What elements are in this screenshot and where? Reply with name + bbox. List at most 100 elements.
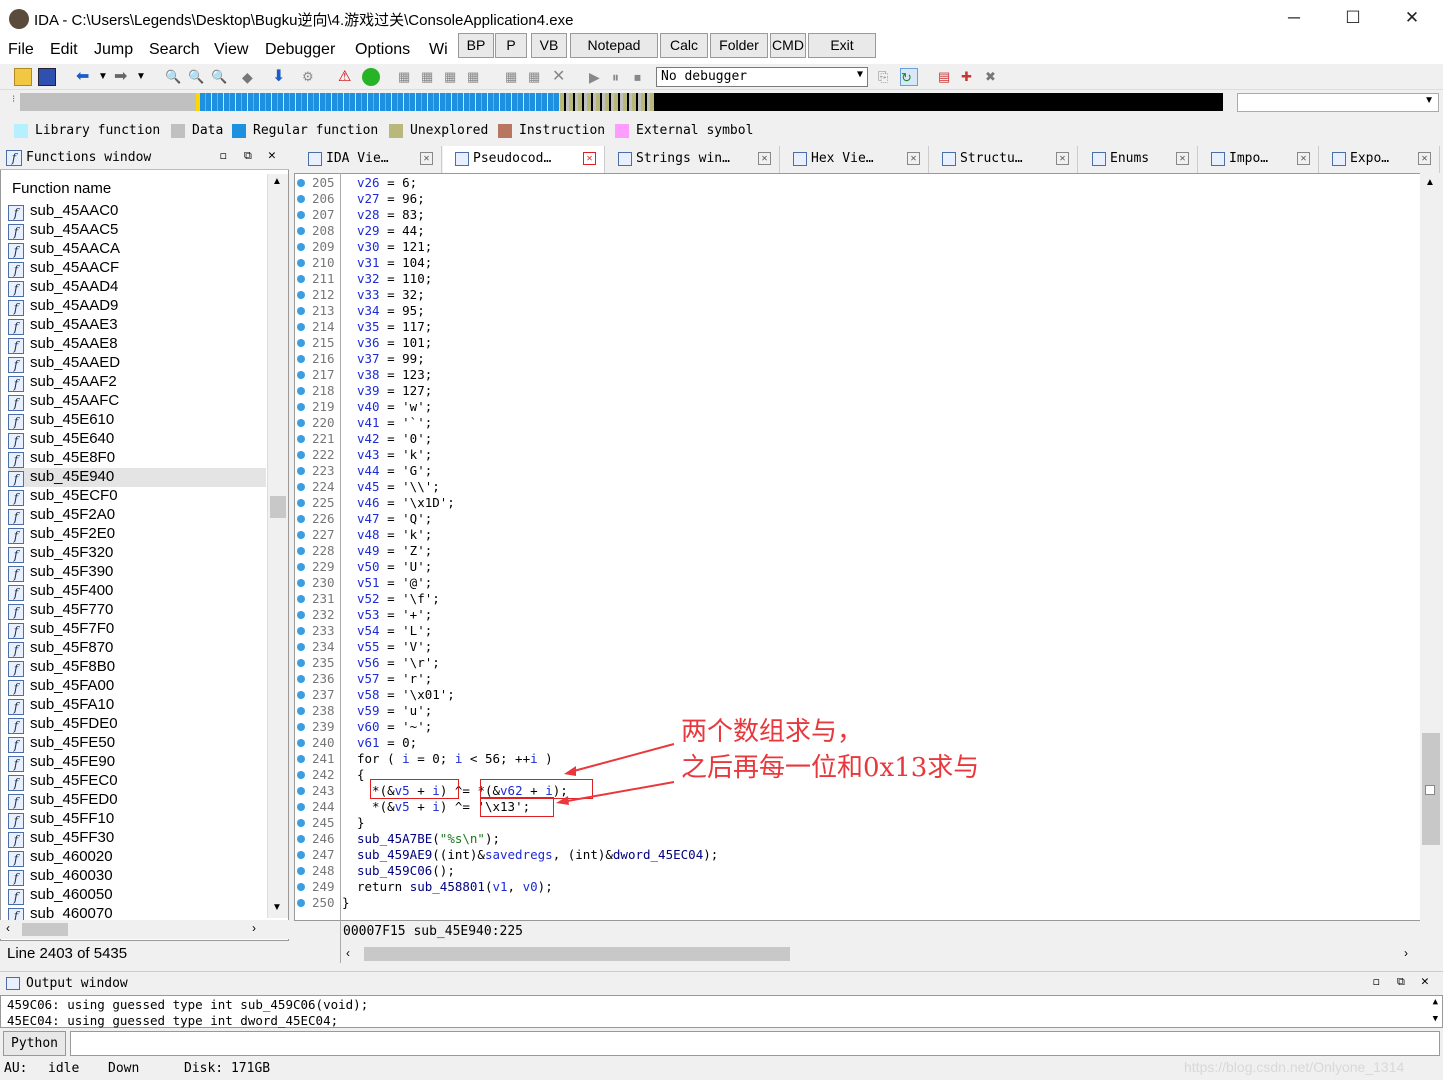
- breakpoint-dot-icon[interactable]: [297, 787, 305, 795]
- menu-jump[interactable]: Jump: [94, 41, 133, 59]
- graph5-icon[interactable]: ▦: [505, 68, 523, 86]
- chevron-right-icon[interactable]: ›: [252, 921, 256, 935]
- breakpoint-dot-icon[interactable]: [297, 595, 305, 603]
- tab-close-icon[interactable]: ✕: [907, 152, 920, 165]
- code-line[interactable]: v51 = '@';: [357, 575, 432, 591]
- python-button[interactable]: Python: [3, 1031, 66, 1056]
- output-log[interactable]: 459C06: using guessed type int sub_459C0…: [0, 995, 1443, 1028]
- function-list-item[interactable]: f sub_45F320: [8, 544, 266, 563]
- patch-icon[interactable]: ⚙: [302, 68, 320, 86]
- code-line[interactable]: v44 = 'G';: [357, 463, 432, 479]
- code-line[interactable]: v52 = '\f';: [357, 591, 440, 607]
- function-list-item[interactable]: f sub_45FF30: [8, 829, 266, 848]
- code-line[interactable]: v29 = 44;: [357, 223, 425, 239]
- code-line[interactable]: v38 = 123;: [357, 367, 432, 383]
- breakpoint-dot-icon[interactable]: [297, 419, 305, 427]
- code-line[interactable]: return sub_458801(v1, v0);: [357, 879, 553, 895]
- function-list-item[interactable]: f sub_45E640: [8, 430, 266, 449]
- tab-close-icon[interactable]: ✕: [1418, 152, 1431, 165]
- menu-windows[interactable]: Wi: [429, 41, 448, 59]
- tab-strings[interactable]: Strings win… ✕: [606, 146, 780, 173]
- attach-icon[interactable]: ⎘: [878, 68, 896, 86]
- debugger-select[interactable]: No debugger ▼: [656, 67, 868, 87]
- code-line[interactable]: v46 = '\x1D';: [357, 495, 455, 511]
- menu-debugger[interactable]: Debugger: [265, 41, 335, 59]
- float-icon[interactable]: ⧉: [244, 149, 252, 163]
- code-line[interactable]: sub_459AE9((int)&savedregs, (int)&dword_…: [357, 847, 718, 863]
- search-immediate-icon[interactable]: 🔍: [211, 68, 229, 86]
- breakpoint-dot-icon[interactable]: [297, 851, 305, 859]
- breakpoint-dot-icon[interactable]: [297, 435, 305, 443]
- graph-icon[interactable]: ▦: [398, 68, 416, 86]
- code-line[interactable]: v47 = 'Q';: [357, 511, 432, 527]
- chevron-down-icon[interactable]: ▼: [1433, 1014, 1438, 1024]
- function-list-item[interactable]: f sub_45F8B0: [8, 658, 266, 677]
- function-list-item[interactable]: f sub_45AACF: [8, 259, 266, 278]
- open-folder-icon[interactable]: [14, 68, 32, 86]
- tab-close-icon[interactable]: ✕: [1297, 152, 1310, 165]
- code-line[interactable]: v34 = 95;: [357, 303, 425, 319]
- function-list-item[interactable]: f sub_45F400: [8, 582, 266, 601]
- close-x-icon[interactable]: ✕: [552, 68, 570, 86]
- breakpoint-dot-icon[interactable]: [297, 643, 305, 651]
- breakpoint-dot-icon[interactable]: [297, 323, 305, 331]
- cmd-button[interactable]: CMD: [770, 33, 806, 58]
- code-line[interactable]: v48 = 'k';: [357, 527, 432, 543]
- pause-icon[interactable]: ⏸: [612, 68, 630, 86]
- menu-file[interactable]: File: [8, 41, 34, 59]
- function-list-item[interactable]: f sub_45AAFC: [8, 392, 266, 411]
- breakpoint-dot-icon[interactable]: [297, 819, 305, 827]
- maximize-button[interactable]: ☐: [1324, 0, 1382, 38]
- chevron-left-icon[interactable]: ‹: [6, 921, 10, 935]
- code-line[interactable]: v43 = 'k';: [357, 447, 432, 463]
- breakpoint-dot-icon[interactable]: [297, 179, 305, 187]
- breakpoint-dot-icon[interactable]: [297, 499, 305, 507]
- code-line[interactable]: {: [357, 767, 365, 783]
- tab-close-icon[interactable]: ✕: [1056, 152, 1069, 165]
- code-line[interactable]: v53 = '+';: [357, 607, 432, 623]
- scroll-thumb[interactable]: [270, 496, 286, 518]
- breakpoint-dot-icon[interactable]: [297, 515, 305, 523]
- function-list-item[interactable]: f sub_45E940: [8, 468, 266, 487]
- breakpoint-dot-icon[interactable]: [297, 771, 305, 779]
- breakpoint-dot-icon[interactable]: [297, 739, 305, 747]
- breakpoint-dot-icon[interactable]: [297, 211, 305, 219]
- code-line[interactable]: sub_459C06();: [357, 863, 455, 879]
- function-list-item[interactable]: f sub_45F770: [8, 601, 266, 620]
- code-line[interactable]: v45 = '\\';: [357, 479, 440, 495]
- function-list-item[interactable]: f sub_45FA00: [8, 677, 266, 696]
- close-icon[interactable]: ✕: [268, 148, 276, 163]
- code-line[interactable]: v28 = 83;: [357, 207, 425, 223]
- function-list-item[interactable]: f sub_45F2E0: [8, 525, 266, 544]
- function-list-item[interactable]: f sub_460050: [8, 886, 266, 905]
- breakpoint-dot-icon[interactable]: [297, 611, 305, 619]
- function-list-item[interactable]: f sub_45AAE8: [8, 335, 266, 354]
- function-name-column-header[interactable]: Function name: [12, 180, 111, 197]
- breakpoint-dot-icon[interactable]: [297, 707, 305, 715]
- save-icon[interactable]: [38, 68, 56, 86]
- function-list-item[interactable]: f sub_45E610: [8, 411, 266, 430]
- function-list-item[interactable]: f sub_45AAC5: [8, 221, 266, 240]
- function-list-item[interactable]: f sub_45AAD4: [8, 278, 266, 297]
- graph3-icon[interactable]: ▦: [444, 68, 462, 86]
- breakpoint-dot-icon[interactable]: [297, 867, 305, 875]
- breakpoint-dot-icon[interactable]: [297, 339, 305, 347]
- chevron-up-icon[interactable]: ▲: [1425, 177, 1435, 188]
- breakpoint-dot-icon[interactable]: [297, 899, 305, 907]
- breakpoint-dot-icon[interactable]: [297, 291, 305, 299]
- chevron-up-icon[interactable]: ▲: [272, 176, 282, 187]
- function-list-item[interactable]: f sub_45FF10: [8, 810, 266, 829]
- bp-button[interactable]: BP: [458, 33, 494, 58]
- code-line[interactable]: v58 = '\x01';: [357, 687, 455, 703]
- vb-button[interactable]: VB: [531, 33, 567, 58]
- function-list-item[interactable]: f sub_45AAF2: [8, 373, 266, 392]
- function-list-item[interactable]: f sub_45E8F0: [8, 449, 266, 468]
- breakpoint-dot-icon[interactable]: [297, 371, 305, 379]
- code-line[interactable]: v33 = 32;: [357, 287, 425, 303]
- breakpoint-dot-icon[interactable]: [297, 243, 305, 251]
- breakpoint-dot-icon[interactable]: [297, 723, 305, 731]
- functions-vertical-scrollbar[interactable]: ▲ ▼: [267, 174, 288, 918]
- breakpoint-dot-icon[interactable]: [297, 579, 305, 587]
- tab-hex[interactable]: Hex Vie… ✕: [781, 146, 929, 173]
- functions-horizontal-scrollbar[interactable]: ‹ ›: [0, 920, 289, 939]
